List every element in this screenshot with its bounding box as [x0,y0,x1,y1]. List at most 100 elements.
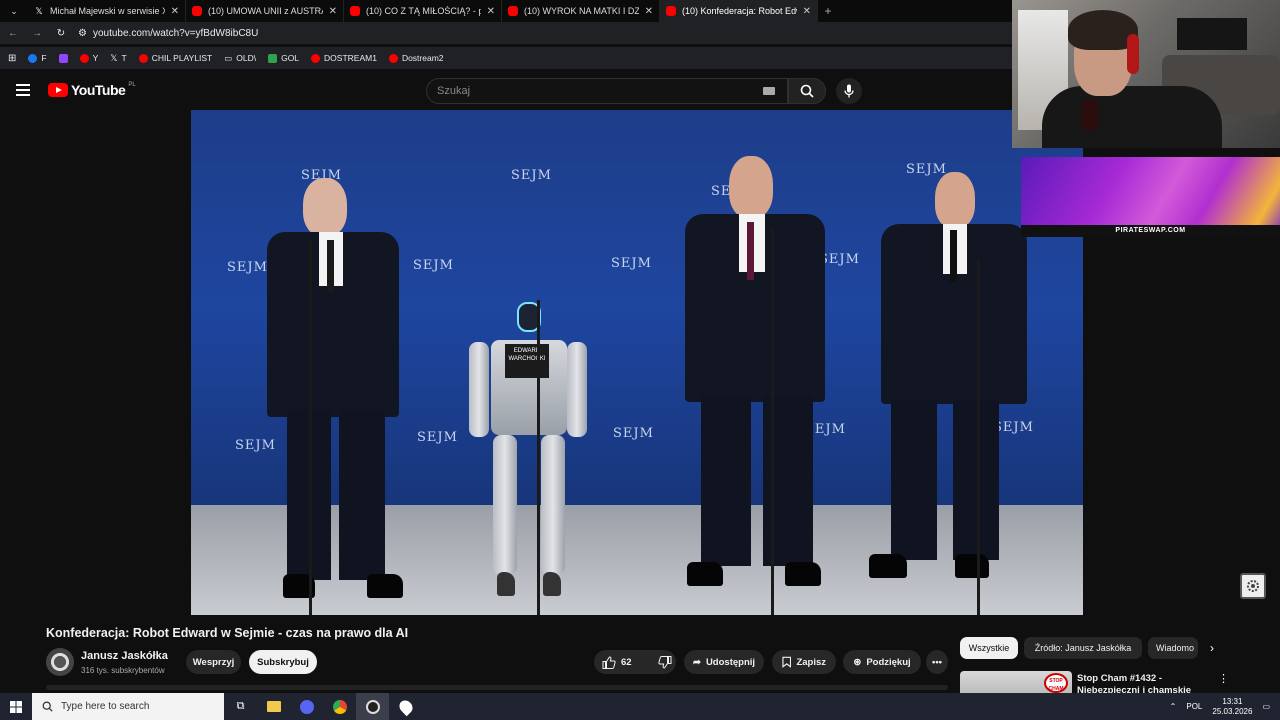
location-pin-icon[interactable] [389,693,422,720]
tab-title: (10) Konfederacja: Robot Edwa [682,6,797,16]
share-button[interactable]: ➦ Udostępnij [684,650,764,674]
bookmark-item[interactable]: F [28,53,47,63]
new-tab-icon[interactable]: + [818,4,838,18]
logo-text: YouTube [71,82,126,98]
settings-widget-icon[interactable] [1240,573,1266,599]
gol-icon [268,53,278,63]
microphone-stand [977,260,980,615]
sejm-logo: SEJM [235,438,276,453]
youtube-icon [666,6,676,16]
dislike-button[interactable] [650,650,680,674]
bookmark-item[interactable]: 𝕏T [110,53,126,64]
folder-icon: ▭ [224,52,233,63]
sejm-logo: SEJM [993,420,1034,435]
tab-close-icon[interactable]: ✕ [803,6,811,17]
browser-tab-strip: ⌄ 𝕏 Michał Majewski w serwisie X: „ ✕ (1… [0,0,1012,22]
address-bar[interactable]: ⚙ youtube.com/watch?v=yfBdW8ibC8U [78,28,258,39]
subscriber-count: 316 tys. subskrybentów [81,666,165,675]
tab-close-icon[interactable]: ✕ [645,6,653,17]
sejm-logo: SEJM [613,426,654,441]
bookmark-item[interactable]: DOSTREAM1 [311,53,377,63]
bookmark-item[interactable] [58,53,68,63]
channel-name[interactable]: Janusz Jaskółka [81,650,168,662]
bookmark-folder[interactable]: ▭ OLD\ [224,53,256,64]
obs-icon[interactable] [356,693,389,720]
recommendation-title[interactable]: Stop Cham #1432 - Niebezpieczni i chamsk… [1077,673,1197,693]
reload-icon[interactable]: ↻ [54,28,68,39]
subscribe-label: Subskrybuj [257,656,309,668]
taskbar-search-box[interactable]: Type here to search [32,693,224,720]
clock[interactable]: 13:31 25.03.2026 [1212,697,1252,717]
bookmark-label: Dostream2 [401,53,444,63]
gear-icon [1247,580,1259,592]
channel-avatar[interactable] [46,648,74,676]
taskbar-search-placeholder: Type here to search [61,701,150,712]
site-info-icon[interactable]: ⚙ [78,28,87,39]
headset-icon [1127,34,1139,74]
youtube-play-icon [48,83,68,97]
chevron-right-icon[interactable]: › [1204,641,1220,657]
chrome-icon[interactable] [323,693,356,720]
tab-close-icon[interactable]: ✕ [487,6,495,17]
voice-search-button[interactable] [836,78,862,104]
description-box-edge[interactable] [46,685,948,690]
facebook-icon [28,53,38,63]
chevron-up-icon[interactable]: ⌃ [1170,702,1177,711]
keyboard-icon[interactable] [763,87,775,95]
back-arrow-icon[interactable]: ← [6,28,20,39]
sejm-logo: SEJM [511,168,552,183]
tab-title: (10) CO Z TĄ MIŁOŚCIĄ? - pole [366,6,481,16]
tab-close-icon[interactable]: ✕ [329,6,337,17]
clock-date: 25.03.2026 [1212,706,1253,716]
search-input[interactable] [437,85,757,97]
save-button[interactable]: Zapisz [772,650,836,674]
youtube-icon [192,6,202,16]
file-explorer-icon[interactable] [257,693,290,720]
youtube-icon [138,53,148,63]
chip-source[interactable]: Źródło: Janusz Jaskółka [1024,637,1142,659]
apps-grid-icon[interactable]: ⊞ [8,53,16,64]
discord-icon[interactable] [290,693,323,720]
bookmark-label: T [121,53,127,63]
language-indicator[interactable]: POL [1186,702,1202,711]
subscribe-button[interactable]: Subskrybuj [249,650,317,674]
twitch-icon [58,53,68,63]
browser-tab[interactable]: (10) CO Z TĄ MIŁOŚCIĄ? - pole ✕ [344,0,502,22]
browser-tab[interactable]: (10) WYROK NA MATKI I DZIEC ✕ [502,0,660,22]
tab-search-chevron-icon[interactable]: ⌄ [0,0,28,22]
notification-icon[interactable]: ▭ [1262,702,1270,711]
windows-start-button[interactable] [0,693,32,720]
forward-arrow-icon[interactable]: → [30,28,44,39]
search-button[interactable] [788,78,826,104]
task-view-icon[interactable]: ⧉ [224,693,257,720]
like-button[interactable]: 62 [594,650,640,674]
bookmark-label: Y [92,53,99,63]
recommendation-thumbnail[interactable]: STOP CHAM [960,671,1072,693]
more-vertical-icon[interactable]: ⋮ [1218,672,1229,685]
microphone-stand [537,300,540,615]
youtube-logo[interactable]: YouTube PL [48,82,136,98]
bookmark-item[interactable]: GOL [268,53,299,63]
windows-logo-icon [10,700,22,713]
browser-tab-active[interactable]: (10) Konfederacja: Robot Edwa ✕ [660,0,818,22]
bookmark-item[interactable]: CHIL PLAYLIST [138,53,212,63]
bookmark-label: DOSTREAM1 [324,53,377,63]
video-player[interactable]: SEJM SEJM SEJM SEJM SEJM SEJM SEJM SEJM … [191,110,1083,615]
bookmark-item[interactable]: Y [79,53,99,63]
support-button[interactable]: Wesprzyj [186,650,241,674]
youtube-icon [79,53,89,63]
windows-taskbar: Type here to search ⧉ ⌃ POL 13:31 25.03.… [0,693,1280,720]
youtube-icon [350,6,360,16]
menu-icon[interactable] [16,84,30,96]
chip-all[interactable]: Wszystkie [960,637,1018,659]
more-actions-button[interactable]: ••• [926,650,948,674]
browser-tab[interactable]: 𝕏 Michał Majewski w serwisie X: „ ✕ [28,0,186,22]
tab-close-icon[interactable]: ✕ [171,6,179,17]
microphone-stand [309,240,312,615]
thanks-button[interactable]: ⊛ Podziękuj [843,650,921,674]
sejm-logo: SEJM [611,256,652,271]
bookmark-item[interactable]: Dostream2 [388,53,444,63]
system-tray: ⌃ POL 13:31 25.03.2026 ▭ [1170,693,1280,720]
chip-news[interactable]: Wiadomo [1148,637,1198,659]
browser-tab[interactable]: (10) UMOWA UNII z AUSTRALIĄ ✕ [186,0,344,22]
